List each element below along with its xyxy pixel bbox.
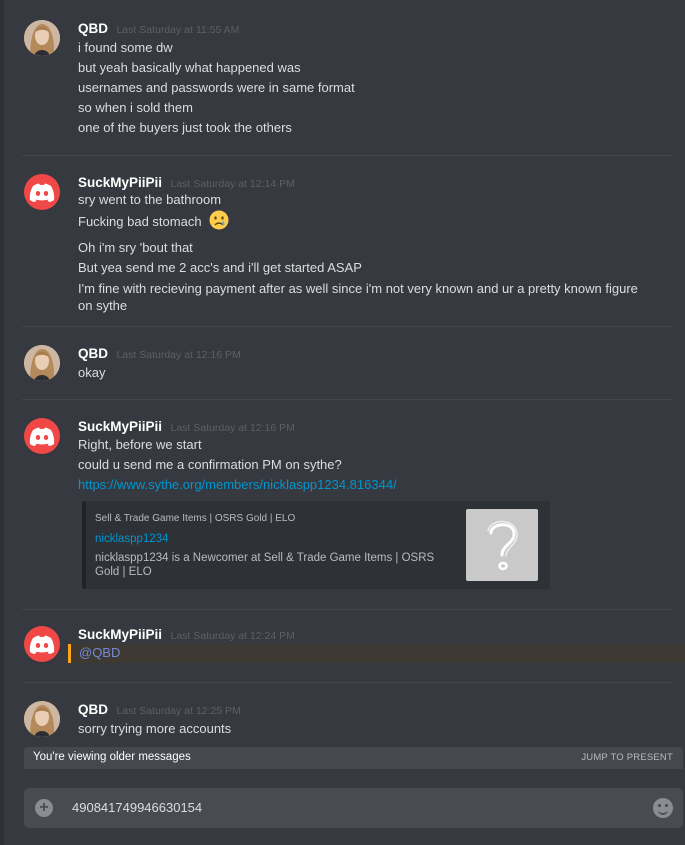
message-line-with-emoji: Fucking bad stomach — [78, 210, 638, 238]
message-divider — [22, 609, 673, 610]
message-text: Fucking bad stomach — [78, 214, 202, 229]
username[interactable]: QBD — [78, 21, 108, 36]
message-text: so when i sold them — [78, 100, 193, 115]
embed-thumbnail[interactable] — [466, 509, 538, 581]
embed-title-link[interactable]: nicklaspp1234 — [95, 533, 169, 545]
message-text: one of the buyers just took the others — [78, 120, 292, 135]
discord-default-avatar-icon — [29, 427, 55, 446]
question-mark-icon — [487, 520, 518, 571]
message-text: sorry trying more accounts — [78, 721, 232, 736]
username[interactable]: QBD — [78, 346, 108, 361]
message-divider — [22, 326, 673, 327]
user-photo-avatar-icon — [24, 20, 60, 56]
timestamp: Last Saturday at 12:16 PM — [116, 349, 241, 361]
jump-to-present-button[interactable]: JUMP TO PRESENT — [581, 752, 673, 763]
older-messages-bar: You're viewing older messages JUMP TO PR… — [24, 747, 683, 769]
message-text: but yeah basically what happened was — [78, 60, 301, 75]
embed-provider: Sell & Trade Game Items | OSRS Gold | EL… — [95, 513, 296, 524]
username[interactable]: SuckMyPiiPii — [78, 627, 162, 642]
message-divider — [22, 399, 673, 400]
user-avatar[interactable] — [24, 701, 60, 737]
discord-default-avatar-icon — [29, 635, 55, 654]
message-text: But yea send me 2 acc's and i'll get sta… — [78, 260, 362, 275]
message-divider — [22, 155, 673, 156]
embed-description: nicklaspp1234 is a Newcomer at Sell & Tr… — [95, 552, 435, 578]
username[interactable]: SuckMyPiiPii — [78, 419, 162, 434]
discord-default-avatar-icon — [29, 183, 55, 202]
plus-circle-icon[interactable]: + — [35, 799, 53, 817]
timestamp: Last Saturday at 12:16 PM — [170, 422, 295, 434]
user-avatar[interactable] — [24, 626, 60, 662]
message-text: Oh i'm sry 'bout that — [78, 240, 193, 255]
message-input[interactable]: 490841749946630154 — [72, 800, 202, 815]
message-text: okay — [78, 365, 106, 380]
username[interactable]: SuckMyPiiPii — [78, 175, 162, 190]
message-text: could u send me a confirmation PM on syt… — [78, 457, 342, 472]
message-list[interactable]: QBD Last Saturday at 11:55 AM i found so… — [0, 0, 685, 748]
user-mention[interactable]: @QBD — [79, 645, 120, 660]
timestamp: Last Saturday at 12:14 PM — [170, 178, 295, 190]
crying-face-emoji-icon — [209, 210, 229, 238]
message-divider — [22, 682, 673, 683]
user-avatar[interactable] — [24, 174, 60, 210]
timestamp: Last Saturday at 11:55 AM — [116, 24, 240, 36]
user-photo-avatar-icon — [24, 701, 60, 737]
user-avatar[interactable] — [24, 418, 60, 454]
user-avatar[interactable] — [24, 20, 60, 56]
message-text: i found some dw — [78, 40, 173, 55]
message-text: I'm fine with recieving payment after as… — [78, 281, 638, 313]
timestamp: Last Saturday at 12:24 PM — [170, 630, 295, 642]
message-text: sry went to the bathroom — [78, 192, 222, 207]
message-link[interactable]: https://www.sythe.org/members/nicklaspp1… — [78, 475, 638, 495]
user-photo-avatar-icon — [24, 345, 60, 381]
smiley-icon[interactable] — [653, 798, 673, 818]
smiley-mouth — [658, 809, 668, 815]
message-composer[interactable]: + 490841749946630154 — [24, 788, 683, 828]
user-avatar[interactable] — [24, 345, 60, 381]
timestamp: Last Saturday at 12:25 PM — [116, 705, 241, 717]
username[interactable]: QBD — [78, 702, 108, 717]
link-embed: Sell & Trade Game Items | OSRS Gold | EL… — [82, 501, 550, 589]
smiley-eye — [665, 804, 668, 807]
mention-highlight: @QBD — [68, 644, 685, 663]
older-messages-text: You're viewing older messages — [33, 751, 191, 763]
smiley-eye — [658, 804, 661, 807]
message-text: Right, before we start — [78, 437, 202, 452]
message-text: usernames and passwords were in same for… — [78, 80, 355, 95]
